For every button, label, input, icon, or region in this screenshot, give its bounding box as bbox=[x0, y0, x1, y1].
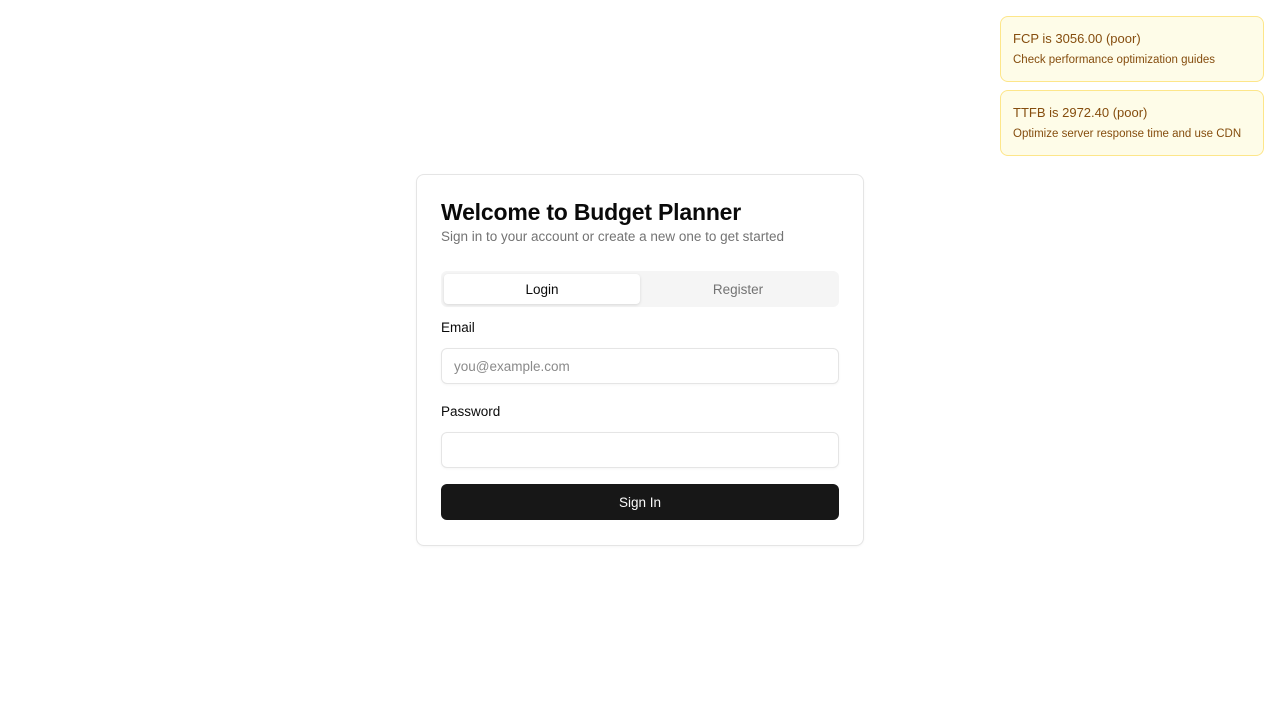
tab-login[interactable]: Login bbox=[444, 274, 640, 304]
toast-description: Optimize server response time and use CD… bbox=[1013, 128, 1242, 140]
toast-description: Check performance optimization guides bbox=[1013, 54, 1215, 66]
auth-tabs: Login Register bbox=[441, 271, 839, 307]
email-label: Email bbox=[441, 320, 475, 335]
card-title: Welcome to Budget Planner bbox=[441, 199, 742, 225]
card-subtitle: Sign in to your account or create a new … bbox=[441, 229, 784, 244]
email-input[interactable] bbox=[441, 348, 839, 384]
toast-title: TTFB is 2972.40 (poor) bbox=[1013, 105, 1148, 120]
toast-stack: FCP is 3056.00 (poor) Check performance … bbox=[1000, 16, 1264, 156]
toast-title: FCP is 3056.00 (poor) bbox=[1013, 31, 1141, 46]
auth-card: Welcome to Budget Planner Sign in to you… bbox=[416, 174, 864, 546]
tab-register[interactable]: Register bbox=[640, 274, 836, 304]
toast-ttfb-warning: TTFB is 2972.40 (poor) Optimize server r… bbox=[1000, 90, 1264, 156]
password-label: Password bbox=[441, 404, 501, 419]
toast-fcp-warning: FCP is 3056.00 (poor) Check performance … bbox=[1000, 16, 1264, 82]
password-input[interactable] bbox=[441, 432, 839, 468]
sign-in-button[interactable]: Sign In bbox=[441, 484, 839, 520]
